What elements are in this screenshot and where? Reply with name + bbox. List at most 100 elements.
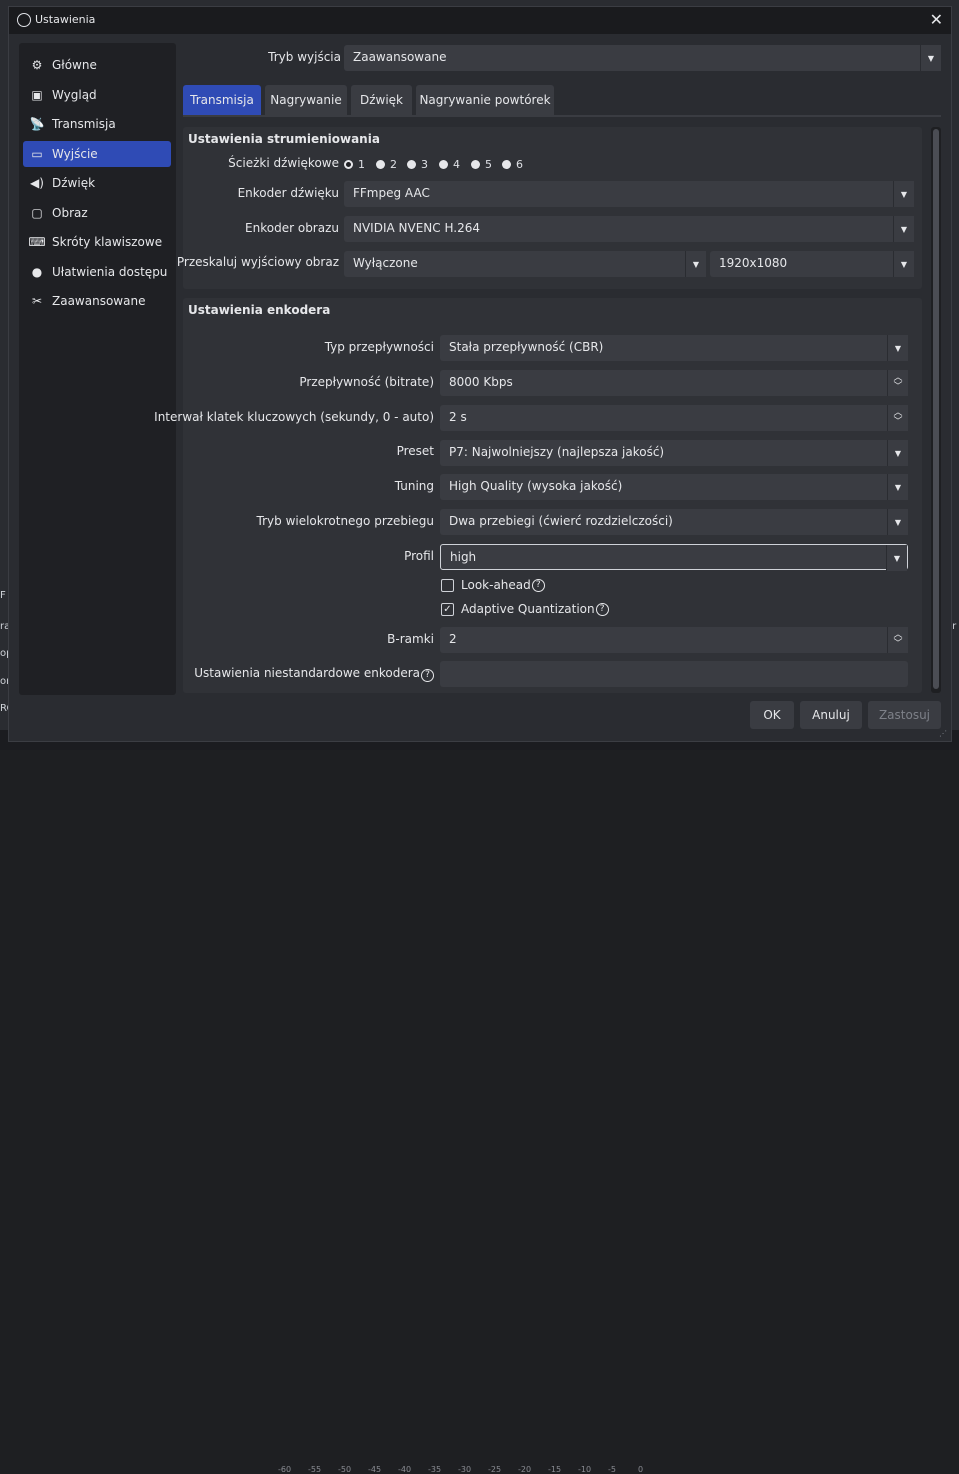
apply-button[interactable]: Zastosuj	[868, 701, 941, 729]
multipass-label: Tryb wielokrotnego przebiegu	[256, 514, 434, 528]
meter-tick-label: -5	[608, 1465, 616, 1474]
help-icon[interactable]: ?	[531, 578, 545, 592]
cancel-button[interactable]: Anuluj	[800, 701, 862, 729]
stream-settings-panel: Ustawienia strumieniowania Ścieżki dźwię…	[177, 127, 922, 289]
settings-dialog: Ustawienia ✕ ⚙ Główne ▣ Wygląd 📡 Transmi…	[8, 6, 952, 742]
settings-content: Tryb wyjścia Zaawansowane ▼ Transmisja N…	[154, 43, 943, 695]
multipass-value: Dwa przebiegi (ćwierć rozdzielczości)	[449, 514, 673, 528]
bframes-spinbox[interactable]: 2 ︿ ﹀	[440, 627, 908, 653]
keyframe-interval-spinbox[interactable]: 2 s ︿ ﹀	[440, 405, 908, 431]
sidebar-item-hotkeys[interactable]: ⌨ Skróty klawiszowe	[23, 229, 171, 255]
sidebar-item-advanced[interactable]: ✂ Zaawansowane	[23, 288, 171, 314]
audio-meter-ticks: -60 -55 -50 -45 -40 -35 -30 -25 -20 -15 -10 -5 0	[278, 1465, 668, 1474]
title-bar: Ustawienia ✕	[9, 7, 951, 34]
stream-settings-header: Ustawienia strumieniowania	[188, 132, 380, 146]
scrollbar-thumb[interactable]	[933, 129, 939, 689]
meter-tick-label: -30	[458, 1465, 472, 1474]
spin-arrows-icon[interactable]: ︿ ﹀	[887, 627, 908, 653]
bitrate-spinbox[interactable]: 8000 Kbps ︿ ﹀	[440, 370, 908, 396]
track-radio-5[interactable]: 5	[471, 158, 492, 171]
rescale-resolution-value: 1920x1080	[719, 256, 788, 270]
keyboard-icon: ⌨	[28, 235, 46, 249]
rescale-select[interactable]: Wyłączone ▼	[344, 251, 706, 277]
chevron-down-icon: ▼	[893, 251, 914, 277]
sidebar-item-accessibility[interactable]: ● Ułatwienia dostępu	[23, 259, 171, 285]
custom-encoder-settings-input[interactable]	[440, 661, 908, 687]
chevron-down-icon: ▼	[887, 509, 908, 535]
tools-icon: ✂	[31, 294, 43, 308]
track-radio-1[interactable]: 1	[344, 158, 365, 171]
preset-select[interactable]: P7: Najwolniejszy (najlepsza jakość) ▼	[440, 440, 908, 466]
accessibility-icon: ●	[31, 265, 43, 279]
audio-encoder-select[interactable]: FFmpeg AAC ▼	[344, 181, 914, 207]
track-radio-6[interactable]: 6	[502, 158, 523, 171]
lookahead-checkbox[interactable]: Look-ahead ?	[441, 578, 545, 592]
output-mode-select[interactable]: Zaawansowane ▼	[344, 45, 941, 71]
adaptive-quantization-checkbox[interactable]: ✓ Adaptive Quantization ?	[441, 602, 609, 616]
scrollbar[interactable]	[931, 127, 941, 693]
meter-tick-label: -25	[488, 1465, 502, 1474]
preset-value: P7: Najwolniejszy (najlepsza jakość)	[449, 445, 665, 459]
sidebar-item-video[interactable]: ▢ Obraz	[23, 200, 171, 226]
sidebar-item-general[interactable]: ⚙ Główne	[23, 52, 171, 78]
tab-recording[interactable]: Nagrywanie	[265, 85, 347, 115]
track-radio-3[interactable]: 3	[407, 158, 428, 171]
tab-audio[interactable]: Dźwięk	[351, 85, 412, 115]
keyframe-interval-value: 2 s	[449, 410, 467, 424]
meter-tick-label: -20	[518, 1465, 532, 1474]
tab-stream[interactable]: Transmisja	[183, 85, 261, 115]
sidebar-item-label: Obraz	[52, 206, 88, 220]
sidebar-item-label: Ułatwienia dostępu	[52, 265, 168, 279]
spin-arrows-icon[interactable]: ︿ ﹀	[887, 405, 908, 431]
sidebar-item-label: Wygląd	[52, 88, 97, 102]
profile-select[interactable]: high ▼	[440, 544, 908, 571]
track-radio-2[interactable]: 2	[376, 158, 397, 171]
checkbox-unchecked-icon	[441, 578, 454, 592]
help-icon[interactable]: ?	[421, 669, 434, 682]
chevron-down-icon: ▼	[920, 45, 941, 71]
tuning-select[interactable]: High Quality (wysoka jakość) ▼	[440, 474, 908, 500]
background-edge-text: F	[0, 590, 6, 601]
bitrate-label: Przepływność (bitrate)	[299, 375, 434, 389]
sidebar-item-stream[interactable]: 📡 Transmisja	[23, 111, 171, 137]
help-icon[interactable]: ?	[595, 602, 609, 616]
rate-control-label: Typ przepływności	[324, 340, 434, 354]
track-radio-4[interactable]: 4	[439, 158, 460, 171]
audio-tracks-label: Ścieżki dźwiękowe	[228, 156, 339, 170]
rate-control-select[interactable]: Stała przepływność (CBR) ▼	[440, 335, 908, 361]
audio-encoder-label: Enkoder dźwięku	[237, 186, 339, 200]
output-mode-row: Tryb wyjścia Zaawansowane ▼	[183, 45, 941, 71]
multipass-select[interactable]: Dwa przebiegi (ćwierć rozdzielczości) ▼	[440, 509, 908, 535]
output-icon: ▭	[31, 147, 43, 161]
sidebar-item-audio[interactable]: ◀) Dźwięk	[23, 170, 171, 196]
output-mode-value: Zaawansowane	[353, 50, 447, 64]
broadcast-icon: 📡	[29, 117, 45, 131]
chevron-down-icon: ▼	[887, 440, 908, 466]
audio-tracks-group: 1 2 3 4 5 6	[344, 158, 544, 172]
encoder-settings-panel: Ustawienia enkodera Typ przepływności St…	[154, 298, 922, 693]
ok-button[interactable]: OK	[750, 701, 794, 729]
meter-tick-label: -50	[338, 1465, 352, 1474]
settings-sidebar: ⚙ Główne ▣ Wygląd 📡 Transmisja ▭ Wyjście…	[19, 43, 176, 695]
lookahead-label: Look-ahead	[461, 578, 531, 592]
chevron-down-icon: ▼	[886, 545, 907, 571]
sidebar-item-label: Zaawansowane	[52, 294, 146, 308]
rescale-resolution-select[interactable]: 1920x1080 ▼	[710, 251, 914, 277]
meter-tick-label: -40	[398, 1465, 412, 1474]
sidebar-item-appearance[interactable]: ▣ Wygląd	[23, 82, 171, 108]
sidebar-item-output[interactable]: ▭ Wyjście	[23, 141, 171, 167]
meter-tick-label: -15	[548, 1465, 562, 1474]
close-icon[interactable]: ✕	[930, 10, 943, 29]
sidebar-item-label: Transmisja	[52, 117, 116, 131]
video-encoder-select[interactable]: NVIDIA NVENC H.264 ▼	[344, 216, 914, 242]
resize-grip-icon[interactable]: ⋰	[939, 729, 947, 738]
profile-value: high	[450, 550, 477, 564]
meter-tick-label: -35	[428, 1465, 442, 1474]
video-encoder-value: NVIDIA NVENC H.264	[353, 221, 480, 235]
monitor-icon: ▢	[31, 206, 43, 220]
spin-arrows-icon[interactable]: ︿ ﹀	[887, 370, 908, 396]
profile-label: Profil	[404, 549, 434, 563]
tab-replay-buffer[interactable]: Nagrywanie powtórek	[416, 85, 554, 115]
preset-label: Preset	[396, 444, 434, 458]
appearance-icon: ▣	[31, 88, 43, 102]
